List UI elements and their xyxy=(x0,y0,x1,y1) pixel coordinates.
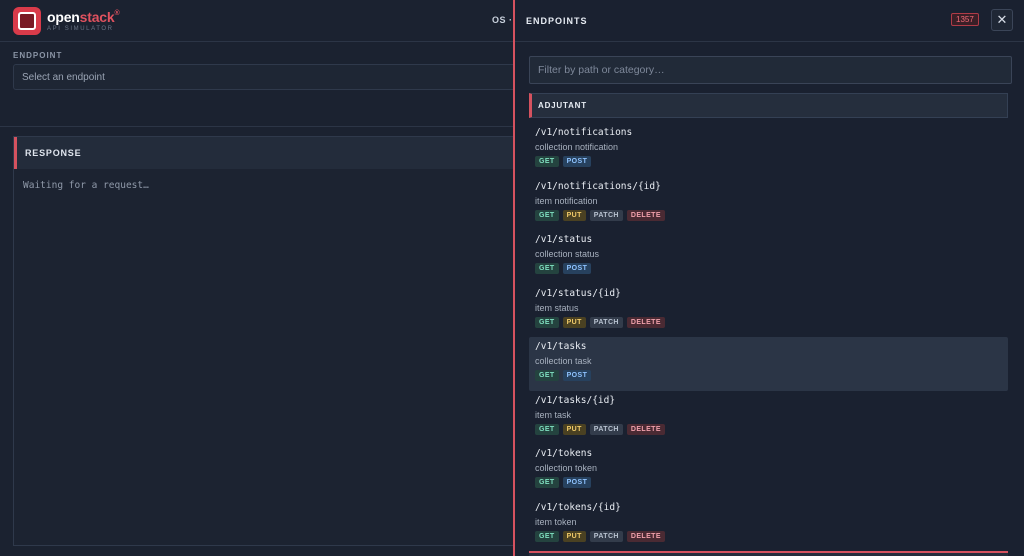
method-badge-get: GET xyxy=(535,156,559,167)
method-badge-patch: PATCH xyxy=(589,316,623,328)
method-badge-get: GET xyxy=(535,209,559,221)
method-badge-put: PUT xyxy=(562,209,586,221)
method-badges: GET PUT PATCH DELETE xyxy=(535,530,1002,542)
method-badge-get: GET xyxy=(535,370,559,381)
method-badge-get: GET xyxy=(535,423,559,435)
method-badge-delete: DELETE xyxy=(626,423,665,435)
method-badges: GET POST xyxy=(535,477,1002,488)
openstack-logo-icon xyxy=(13,6,41,35)
method-badges: GET PUT PATCH DELETE xyxy=(535,423,1002,435)
logo-name-accent: stack xyxy=(79,8,115,25)
endpoint-item[interactable]: /v1/tokens/{id} item token GET PUT PATCH DELE… xyxy=(529,498,1008,552)
endpoint-description: collection token xyxy=(535,463,598,473)
method-badges: GET POST xyxy=(535,370,1002,381)
registered-mark: ® xyxy=(114,9,120,17)
logo-name-part: open xyxy=(47,8,80,25)
endpoint-path: /v1/notifications/{id} xyxy=(535,180,661,192)
os-label: OS · xyxy=(492,15,513,25)
filter-input[interactable] xyxy=(529,56,1012,84)
method-badge-delete: DELETE xyxy=(626,316,665,328)
endpoint-description: collection task xyxy=(535,356,592,366)
method-badge-get: GET xyxy=(535,477,559,488)
drawer-title: ENDPOINTS xyxy=(526,15,588,26)
endpoint-count-badge: 1357 xyxy=(951,13,979,26)
endpoint-description: collection status xyxy=(535,249,600,259)
close-icon: ✕ xyxy=(996,12,1008,27)
endpoint-item[interactable]: /v1/tokens collection token GET POST xyxy=(529,444,1008,498)
logo-name: openstack® xyxy=(47,8,120,25)
drawer-header: ENDPOINTS 1357 ✕ xyxy=(515,0,1024,42)
endpoint-path: /v1/notifications xyxy=(535,127,633,138)
method-badge-patch: PATCH xyxy=(589,423,623,435)
endpoint-path: /v1/status xyxy=(535,234,593,245)
endpoint-description: item task xyxy=(535,409,572,420)
endpoint-description: item status xyxy=(535,302,579,313)
method-badge-get: GET xyxy=(535,530,559,542)
method-badges: GET PUT PATCH DELETE xyxy=(535,316,1002,328)
method-badge-post: POST xyxy=(562,370,592,381)
method-badge-put: PUT xyxy=(562,423,586,435)
method-badge-delete: DELETE xyxy=(626,209,665,221)
method-badges: GET PUT PATCH DELETE xyxy=(535,209,1002,221)
endpoint-item[interactable]: /v1/status/{id} item status GET PUT PATCH DEL… xyxy=(529,284,1008,338)
method-badge-patch: PATCH xyxy=(589,209,623,221)
endpoint-item[interactable]: /v1/tasks/{id} item task GET PUT PATCH DELETE xyxy=(529,391,1008,445)
endpoint-path: /v1/status/{id} xyxy=(535,287,621,299)
top-bar: openstack® API SIMULATOR OS · xyxy=(0,0,513,42)
method-badge-get: GET xyxy=(535,263,559,274)
category-header-adjutant[interactable]: ADJUTANT xyxy=(529,93,1008,118)
method-badge-post: POST xyxy=(562,477,592,488)
endpoint-item[interactable]: /v1/tasks collection task GET POST xyxy=(529,337,1008,391)
response-panel: RESPONSE Waiting for a request… xyxy=(13,136,523,546)
response-body: Waiting for a request… xyxy=(23,180,149,191)
endpoint-path: /v1/tokens/{id} xyxy=(535,501,621,513)
method-badge-post: POST xyxy=(562,263,592,274)
endpoints-drawer: ENDPOINTS 1357 ✕ ADJUTANT /v1/notificati… xyxy=(513,0,1024,556)
method-badge-get: GET xyxy=(535,316,559,328)
method-badges: GET POST xyxy=(535,156,1002,167)
endpoint-item[interactable]: /v1/notifications collection notification… xyxy=(529,123,1008,177)
method-badge-post: POST xyxy=(562,156,592,167)
endpoint-list: /v1/notifications collection notification… xyxy=(529,123,1008,551)
endpoint-description: collection notification xyxy=(535,142,619,152)
method-badge-put: PUT xyxy=(562,316,586,328)
next-category-header[interactable] xyxy=(529,551,1008,556)
endpoint-section: ENDPOINT Select an endpoint xyxy=(0,42,523,127)
response-title: RESPONSE xyxy=(14,137,522,169)
endpoint-item[interactable]: /v1/status collection status GET POST xyxy=(529,230,1008,284)
endpoint-description: item token xyxy=(535,516,577,527)
endpoint-path: /v1/tokens xyxy=(535,448,593,459)
method-badge-delete: DELETE xyxy=(626,530,665,542)
method-badges: GET POST xyxy=(535,263,1002,274)
endpoint-select[interactable]: Select an endpoint xyxy=(13,64,523,90)
endpoint-label: ENDPOINT xyxy=(13,51,63,60)
endpoint-description: item notification xyxy=(535,195,598,206)
endpoint-path: /v1/tasks/{id} xyxy=(535,394,616,406)
logo-subtitle: API SIMULATOR xyxy=(47,25,114,32)
app-main: openstack® API SIMULATOR OS · ENDPOINT S… xyxy=(0,0,523,556)
method-badge-put: PUT xyxy=(562,530,586,542)
endpoint-path: /v1/tasks xyxy=(535,341,587,352)
method-badge-patch: PATCH xyxy=(589,530,623,542)
close-button[interactable]: ✕ xyxy=(991,9,1013,31)
endpoint-item[interactable]: /v1/notifications/{id} item notification G… xyxy=(529,177,1008,231)
logo: openstack® API SIMULATOR xyxy=(47,8,120,32)
